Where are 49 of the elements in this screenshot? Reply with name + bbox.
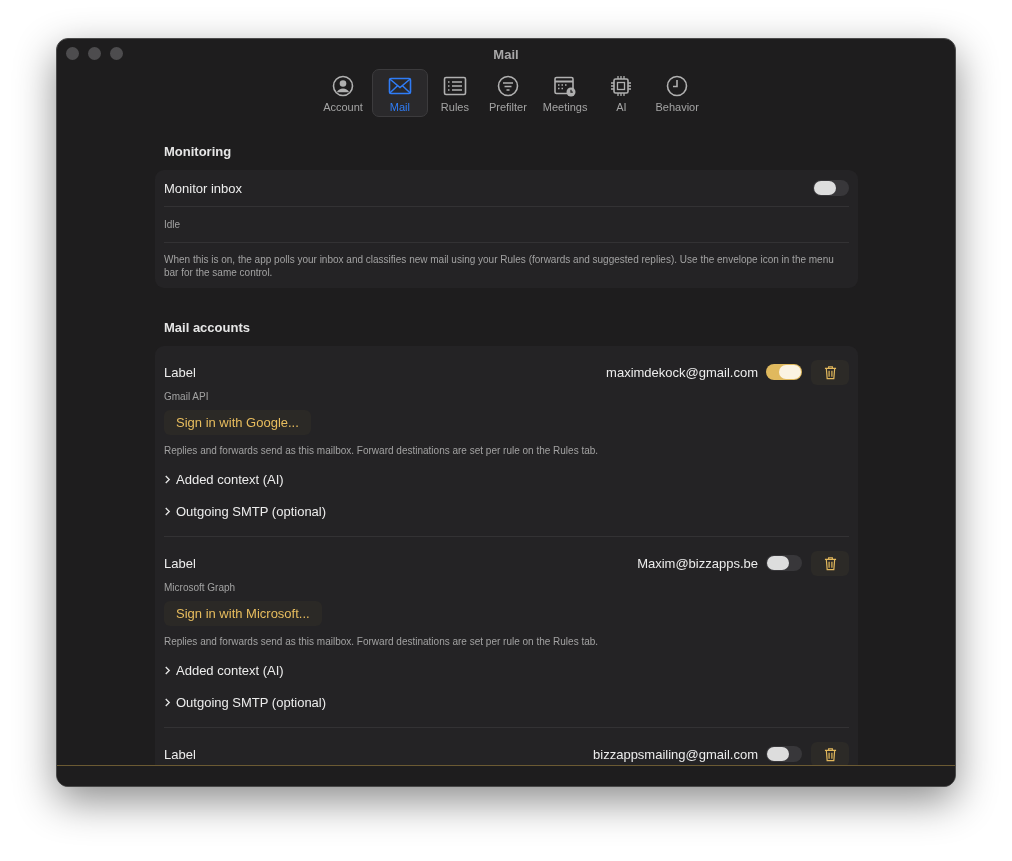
- clock-icon: [665, 74, 690, 98]
- trash-icon: [823, 364, 837, 380]
- toggle-label: Monitor inbox: [164, 180, 243, 196]
- account-email: Maxim@bizzapps.be: [637, 555, 758, 571]
- trash-icon: [823, 746, 837, 762]
- account-label: Label: [164, 746, 196, 762]
- trash-icon: [823, 555, 837, 571]
- delete-button[interactable]: [811, 741, 849, 765]
- tab[interactable]: Prefilter: [481, 69, 534, 117]
- sign-in-button[interactable]: Sign in with Google...: [164, 410, 311, 435]
- calendar-icon: [553, 74, 578, 98]
- chevron-icon: [164, 698, 171, 707]
- person-icon: [331, 74, 355, 98]
- tab[interactable]: AI: [596, 69, 647, 117]
- filter-icon: [495, 74, 520, 98]
- section-heading: Mail accounts: [163, 320, 251, 337]
- toggle-switch[interactable]: [766, 746, 802, 762]
- chevron-icon: [164, 666, 171, 675]
- account-email: maximdekock@gmail.com: [606, 364, 758, 380]
- description-text: When this is on, the app polls your inbox and classifies new mail using your Rules (forwards and suggested replies). Use the envelope icon in the menu bar for the same control.: [164, 253, 835, 280]
- chip-icon: [609, 74, 634, 98]
- tab[interactable]: Rules: [429, 69, 480, 117]
- disclosure-row[interactable]: Outgoing SMTP (optional): [164, 503, 327, 520]
- tab[interactable]: Account: [316, 69, 370, 117]
- tab[interactable]: Mail: [371, 69, 428, 117]
- toggle-switch[interactable]: [766, 555, 802, 571]
- account-label: Label: [164, 364, 196, 380]
- note-text: Replies and forwards send as this mailbox. Forward destinations are set per rule on the Rules tab.: [164, 445, 600, 456]
- provider-text: Gmail API: [164, 391, 210, 402]
- chevron-icon: [164, 507, 171, 516]
- status-text: Idle: [164, 218, 182, 232]
- disclosure-row[interactable]: Added context (AI): [164, 471, 284, 488]
- note-text: Replies and forwards send as this mailbox. Forward destinations are set per rule on the Rules tab.: [164, 636, 600, 647]
- account-email: bizzappsmailing@gmail.com: [593, 746, 758, 762]
- toggle-switch[interactable]: [766, 364, 802, 380]
- tab[interactable]: Meetings: [535, 69, 595, 117]
- section-heading: Monitoring: [163, 144, 233, 161]
- disclosure-row[interactable]: Outgoing SMTP (optional): [164, 694, 327, 711]
- chevron-icon: [164, 475, 171, 484]
- toggle-switch[interactable]: [813, 180, 849, 196]
- delete-button[interactable]: [811, 359, 849, 385]
- disclosure-row[interactable]: Added context (AI): [164, 662, 284, 679]
- tab[interactable]: Behavior: [648, 69, 706, 117]
- window-title: Mail: [493, 46, 519, 62]
- sign-in-button[interactable]: Sign in with Microsoft...: [164, 601, 322, 626]
- delete-button[interactable]: [811, 550, 849, 576]
- account-label: Label: [164, 555, 196, 571]
- list-icon: [442, 74, 467, 98]
- provider-text: Microsoft Graph: [164, 582, 237, 593]
